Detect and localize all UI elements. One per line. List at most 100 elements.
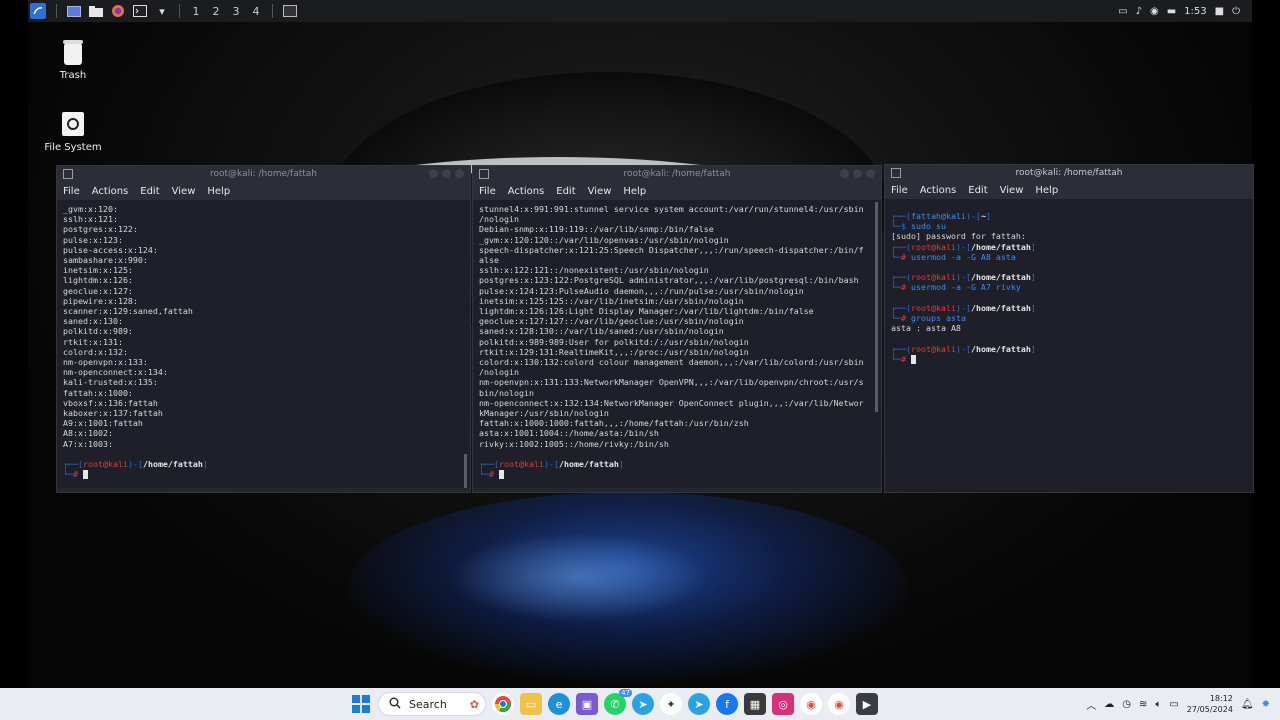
clock-app-icon[interactable]: ◷ [1122, 699, 1131, 710]
menu-edit[interactable]: Edit [140, 186, 159, 197]
desktop-icon-trash[interactable]: Trash [38, 38, 108, 81]
output-line: fattah:x:1000: [63, 387, 133, 398]
speaker-icon[interactable]: 🔈︎ [1155, 699, 1161, 710]
window-icon [63, 169, 73, 179]
firefox-icon[interactable] [111, 4, 125, 18]
menu-view[interactable]: View [588, 186, 612, 197]
taskbar-clock[interactable]: 18:12 27/05/2024 [1187, 693, 1233, 715]
output-line: saned:x:130: [63, 316, 123, 327]
notification-bell-icon[interactable]: 🔔︎ [1241, 699, 1254, 710]
notification-icon[interactable]: ◉ [1150, 6, 1159, 17]
output-line: A9:x:1001:fattah [63, 418, 143, 429]
power-icon[interactable]: ⏻ [1232, 6, 1240, 17]
menu-file[interactable]: File [891, 185, 908, 196]
menu-help[interactable]: Help [207, 186, 230, 197]
desktop-icon-file-system[interactable]: File System [38, 110, 108, 153]
system-tray: ︿ ☁ ◷ ≋ 🔈︎ ▭ 18:12 27/05/2024 🔔︎ ✸ [1086, 688, 1270, 720]
output-line: Debian-snmp:x:119:119::/var/lib/snmp:/bi… [479, 224, 714, 235]
terminal-window-2[interactable]: root@kali: /home/fattah File Actions Edi… [472, 165, 882, 493]
prompt-user: root@kali [910, 241, 956, 252]
workspace-1[interactable]: 1 [186, 0, 206, 22]
chrome-icon[interactable] [492, 693, 514, 715]
output-line: A7:x:1003: [63, 438, 113, 449]
window-titlebar[interactable]: root@kali: /home/fattah [885, 165, 1253, 181]
menu-view[interactable]: View [172, 186, 196, 197]
workspace-2[interactable]: 2 [206, 0, 226, 22]
file-explorer-icon[interactable]: ▭ [520, 693, 542, 715]
chevron-down-icon[interactable]: ▾ [155, 4, 169, 18]
chrome-alt-icon[interactable]: ◉ [828, 693, 850, 715]
instagram-icon[interactable]: ◎ [772, 693, 794, 715]
menu-file[interactable]: File [63, 186, 80, 197]
maximize-button[interactable] [853, 169, 862, 178]
terminal-launcher-icon[interactable] [133, 4, 147, 18]
openai-icon[interactable]: ✦ [660, 693, 682, 715]
terminal-cursor [911, 354, 916, 364]
display-icon[interactable]: ▭ [1118, 6, 1127, 17]
copilot-icon[interactable]: ✸ [1262, 699, 1270, 710]
output-line: asta:x:1001:1004::/home/asta:/bin/sh [479, 428, 659, 439]
menu-file[interactable]: File [479, 186, 496, 197]
onedrive-icon[interactable]: ☁ [1104, 699, 1114, 710]
menu-view[interactable]: View [1000, 185, 1024, 196]
menu-actions[interactable]: Actions [920, 185, 957, 196]
workspace-4[interactable]: 4 [246, 0, 266, 22]
prompt-user: root@kali [498, 459, 544, 470]
gallery-icon[interactable]: ▦ [744, 693, 766, 715]
menu-actions[interactable]: Actions [508, 186, 545, 197]
window-titlebar[interactable]: root@kali: /home/fattah [473, 166, 881, 182]
terminal-window-1[interactable]: root@kali: /home/fattah File Actions Edi… [56, 165, 471, 493]
chrome-profile-icon[interactable]: ◉ [800, 693, 822, 715]
terminal-window-3[interactable]: root@kali: /home/fattah File Actions Edi… [884, 164, 1254, 493]
minimize-button[interactable] [840, 169, 849, 178]
show-desktop-icon[interactable] [67, 4, 81, 18]
facebook-icon[interactable]: f [716, 693, 738, 715]
edge-icon[interactable]: e [548, 693, 570, 715]
menu-edit[interactable]: Edit [968, 185, 987, 196]
search-icon [389, 697, 401, 712]
whatsapp-icon[interactable]: ✆ 47 [604, 689, 632, 715]
output-line: sslh:x:121: [63, 214, 118, 225]
volume-icon[interactable]: ♪ [1136, 6, 1142, 17]
menu-help[interactable]: Help [1035, 185, 1058, 196]
taskbar-search-box[interactable]: Search ✿ [378, 692, 486, 716]
wifi-icon[interactable]: ≋ [1139, 699, 1147, 710]
output-line: kManager:/usr/sbin/nologin [479, 408, 609, 419]
minimize-button[interactable] [429, 169, 438, 178]
top-clock[interactable]: 1:53 [1184, 6, 1206, 17]
chevron-up-icon[interactable]: ︿ [1086, 697, 1096, 712]
store-icon[interactable]: ▣ [576, 693, 598, 715]
terminal-output[interactable]: ┌──(fattah@kali)-[~] └─$ sudo su [sudo] … [885, 199, 1253, 492]
window-title: root@kali: /home/fattah [623, 169, 731, 179]
output-line: lightdm:x:126:126:Light Display Manager:… [479, 306, 814, 317]
close-button[interactable] [866, 169, 875, 178]
close-button[interactable] [455, 169, 464, 178]
menu-help[interactable]: Help [623, 186, 646, 197]
scrollbar[interactable] [464, 454, 467, 488]
output-line: colord:x:130:132:colord colour managemen… [479, 357, 864, 368]
menu-actions[interactable]: Actions [92, 186, 129, 197]
telegram-alt-icon[interactable]: ➤ [688, 693, 710, 715]
window-icon [479, 169, 489, 179]
lock-icon[interactable]: ■ [1215, 6, 1224, 17]
output-line: polkitd:x:989: [63, 326, 133, 337]
terminal-window-task-icon[interactable] [283, 4, 297, 18]
output-line: nm-openvpn:x:131:133:NetworkManager Open… [479, 377, 864, 388]
window-title: root@kali: /home/fattah [1015, 168, 1123, 178]
terminal-output[interactable]: stunnel4:x:991:991:stunnel service syste… [473, 200, 881, 488]
menu-edit[interactable]: Edit [556, 186, 575, 197]
search-highlight-icon: ✿ [469, 697, 479, 711]
windows-start-icon[interactable] [350, 693, 372, 715]
file-manager-icon[interactable] [89, 4, 103, 18]
media-player-icon[interactable]: ▶ [856, 693, 878, 715]
kali-menu-icon[interactable] [30, 3, 46, 19]
workspace-3[interactable]: 3 [226, 0, 246, 22]
output-line: kaboxer:x:137:fattah [63, 408, 163, 419]
maximize-button[interactable] [442, 169, 451, 178]
scrollbar[interactable] [875, 202, 878, 412]
battery-tray-icon[interactable]: ▭ [1169, 699, 1178, 710]
battery-icon[interactable]: ▬ [1167, 6, 1176, 17]
window-titlebar[interactable]: root@kali: /home/fattah [57, 166, 470, 182]
terminal-output[interactable]: _gvm:x:120: sslh:x:121: postgres:x:122: … [57, 200, 470, 488]
telegram-icon[interactable]: ➤ [632, 693, 654, 715]
